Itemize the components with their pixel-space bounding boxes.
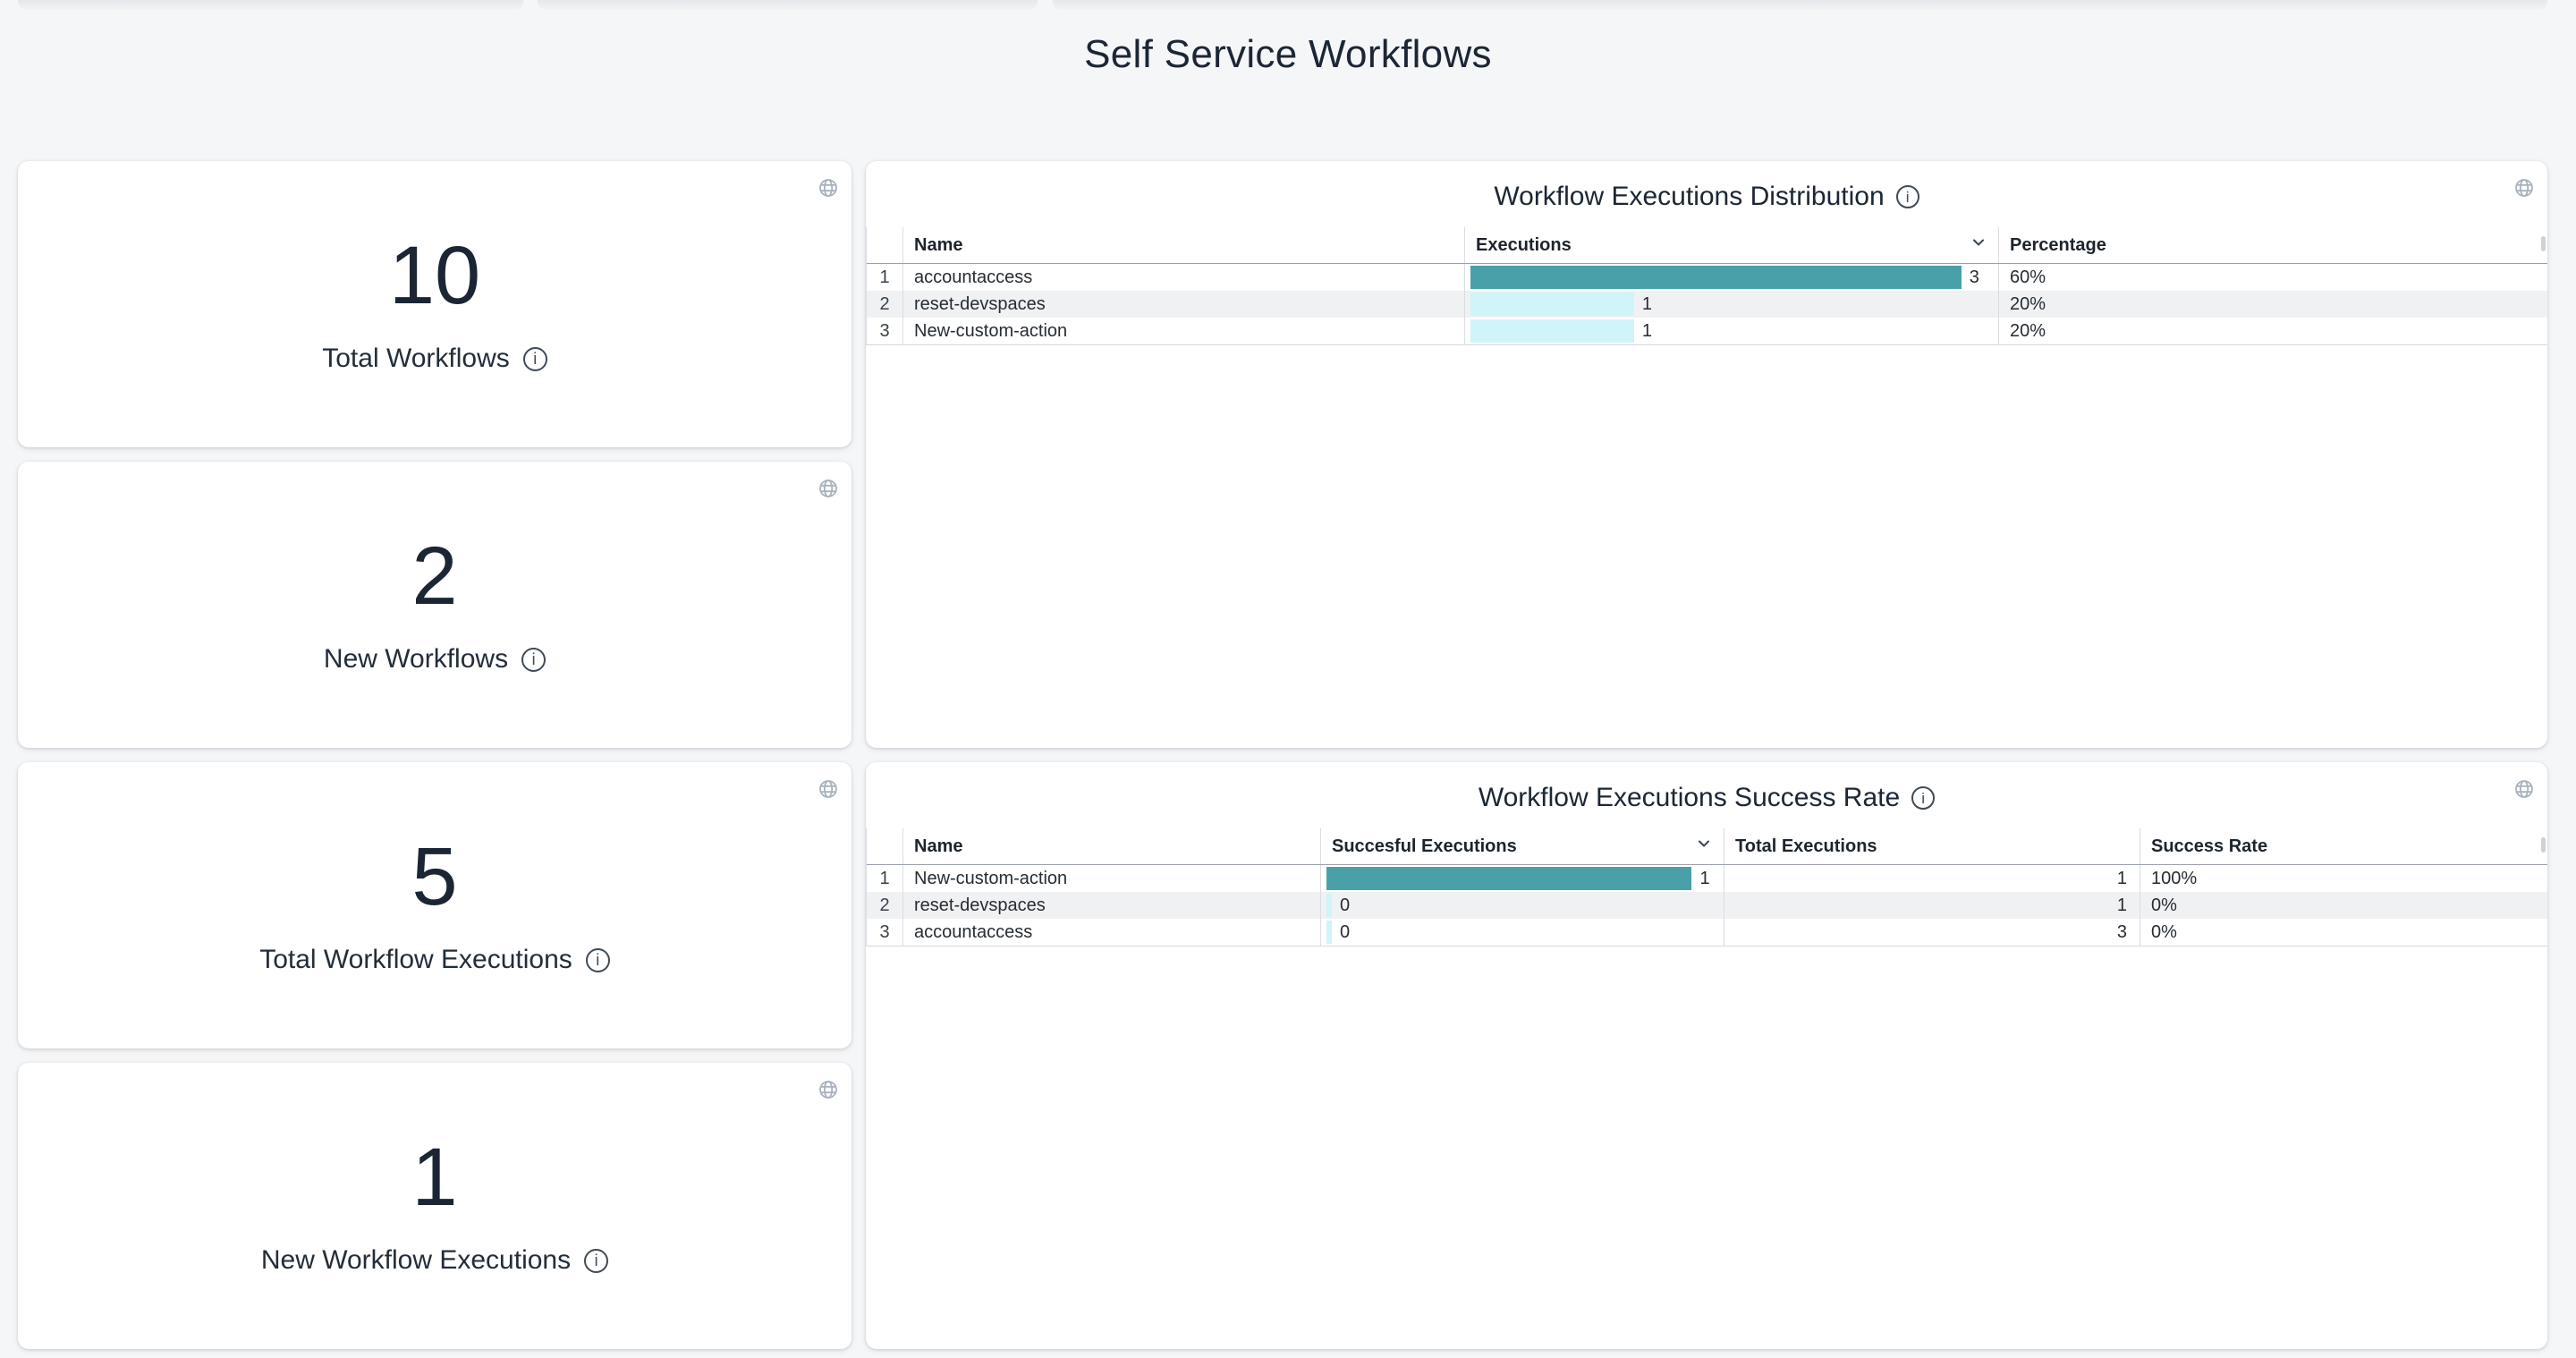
success-rate-cell: 100% xyxy=(2140,865,2547,892)
page-title: Self Service Workflows xyxy=(0,32,2576,77)
table-row: 2 reset-devspaces 0 1 0% xyxy=(867,892,2547,919)
table-header-row: Name Executions Percentage xyxy=(867,227,2547,264)
stat-label: Total Workflow Executions xyxy=(259,945,572,975)
globe-icon[interactable] xyxy=(2513,177,2535,199)
total-executions-cell: 1 xyxy=(1724,865,2140,892)
successful-executions-value: 0 xyxy=(1340,922,1350,943)
workflow-name-cell: accountaccess xyxy=(902,919,1320,946)
column-header-percentage[interactable]: Percentage xyxy=(1998,227,2547,263)
info-icon[interactable]: i xyxy=(523,347,547,371)
executions-value: 3 xyxy=(1970,267,1979,288)
table-row: 1 New-custom-action 1 1 100% xyxy=(867,865,2547,892)
percentage-cell: 60% xyxy=(1998,264,2547,291)
successful-executions-bar-cell: 0 xyxy=(1320,892,1724,919)
workflow-name-cell: reset-devspaces xyxy=(902,892,1320,919)
scrolled-card-remnant xyxy=(538,0,1038,10)
successful-executions-value: 1 xyxy=(1699,869,1709,889)
success-rate-cell: 0% xyxy=(2140,892,2547,919)
column-header-name[interactable]: Name xyxy=(902,828,1320,864)
stat-card-total-workflows: 10 Total Workflows i xyxy=(18,161,852,447)
info-icon[interactable]: i xyxy=(1896,185,1919,208)
total-executions-cell: 3 xyxy=(1724,919,2140,946)
successful-executions-bar xyxy=(1326,894,1332,917)
executions-bar-cell: 3 xyxy=(1464,264,1998,291)
success-rate-cell: 0% xyxy=(2140,919,2547,946)
percentage-cell: 20% xyxy=(1998,318,2547,344)
table-row: 3 accountaccess 0 3 0% xyxy=(867,919,2547,946)
stat-label: New Workflows xyxy=(324,644,508,675)
percentage-cell: 20% xyxy=(1998,291,2547,318)
table-scrollbar-thumb[interactable] xyxy=(2541,236,2546,251)
table-row: 3 New-custom-action 1 20% xyxy=(867,318,2547,344)
row-index: 2 xyxy=(867,892,902,919)
info-icon[interactable]: i xyxy=(584,1249,608,1273)
row-index: 1 xyxy=(867,865,902,892)
stat-card-new-workflows: 2 New Workflows i xyxy=(18,462,852,748)
chevron-down-icon xyxy=(1695,835,1713,858)
stat-card-total-workflow-executions: 5 Total Workflow Executions i xyxy=(18,762,852,1048)
executions-bar-cell: 1 xyxy=(1464,318,1998,344)
chevron-down-icon xyxy=(1970,233,1987,257)
stat-value: 10 xyxy=(389,234,480,317)
workflow-name-cell: New-custom-action xyxy=(902,318,1464,344)
globe-icon[interactable] xyxy=(818,1079,839,1100)
info-icon[interactable]: i xyxy=(521,648,546,672)
table-row: 2 reset-devspaces 1 20% xyxy=(867,291,2547,318)
scrolled-card-remnant xyxy=(1053,0,2547,10)
row-index: 2 xyxy=(867,291,902,318)
row-index: 3 xyxy=(867,919,902,946)
successful-executions-value: 0 xyxy=(1340,895,1350,916)
executions-bar-cell: 1 xyxy=(1464,291,1998,318)
stat-label: New Workflow Executions xyxy=(261,1245,571,1276)
column-header-index xyxy=(867,227,902,263)
globe-icon[interactable] xyxy=(818,778,839,800)
executions-value: 1 xyxy=(1642,294,1652,315)
successful-executions-bar xyxy=(1326,921,1332,944)
stat-card-new-workflow-executions: 1 New Workflow Executions i xyxy=(18,1063,852,1349)
successful-executions-bar-cell: 0 xyxy=(1320,919,1724,946)
column-header-successful-executions[interactable]: Succesful Executions xyxy=(1320,828,1724,864)
column-header-index xyxy=(867,828,902,864)
executions-bar xyxy=(1470,266,1962,289)
workflow-name-cell: New-custom-action xyxy=(902,865,1320,892)
workflow-name-cell: reset-devspaces xyxy=(902,291,1464,318)
executions-bar xyxy=(1470,319,1634,343)
table-header-row: Name Succesful Executions Total Executio… xyxy=(867,828,2547,865)
total-executions-cell: 1 xyxy=(1724,892,2140,919)
row-index: 1 xyxy=(867,264,902,291)
column-header-success-rate[interactable]: Success Rate xyxy=(2140,828,2547,864)
globe-icon[interactable] xyxy=(2513,778,2535,800)
executions-distribution-table: Name Executions Percentage 1 accountacce… xyxy=(866,227,2547,345)
info-icon[interactable]: i xyxy=(1911,786,1935,810)
executions-bar xyxy=(1470,293,1634,316)
panel-workflow-executions-success-rate: Workflow Executions Success Rate i Name … xyxy=(866,762,2547,1349)
executions-value: 1 xyxy=(1642,321,1652,342)
successful-executions-bar xyxy=(1326,867,1691,890)
panel-workflow-executions-distribution: Workflow Executions Distribution i Name … xyxy=(866,161,2547,748)
scrolled-card-remnant xyxy=(18,0,523,10)
row-index: 3 xyxy=(867,318,902,344)
stat-value: 2 xyxy=(411,535,457,617)
stat-value: 5 xyxy=(411,836,457,918)
table-scrollbar-thumb[interactable] xyxy=(2541,837,2546,853)
globe-icon[interactable] xyxy=(818,177,839,199)
stat-value: 1 xyxy=(411,1136,457,1218)
column-header-executions[interactable]: Executions xyxy=(1464,227,1998,263)
column-header-label: Executions xyxy=(1476,235,1572,256)
successful-executions-bar-cell: 1 xyxy=(1320,865,1724,892)
info-icon[interactable]: i xyxy=(586,948,610,972)
globe-icon[interactable] xyxy=(818,478,839,499)
column-header-total-executions[interactable]: Total Executions xyxy=(1724,828,2140,864)
stat-label: Total Workflows xyxy=(322,344,510,374)
column-header-name[interactable]: Name xyxy=(902,227,1464,263)
success-rate-table: Name Succesful Executions Total Executio… xyxy=(866,828,2547,946)
table-row: 1 accountaccess 3 60% xyxy=(867,264,2547,291)
panel-title: Workflow Executions Distribution xyxy=(1494,182,1884,212)
column-header-label: Succesful Executions xyxy=(1332,836,1517,857)
workflow-name-cell: accountaccess xyxy=(902,264,1464,291)
panel-title: Workflow Executions Success Rate xyxy=(1479,783,1900,813)
